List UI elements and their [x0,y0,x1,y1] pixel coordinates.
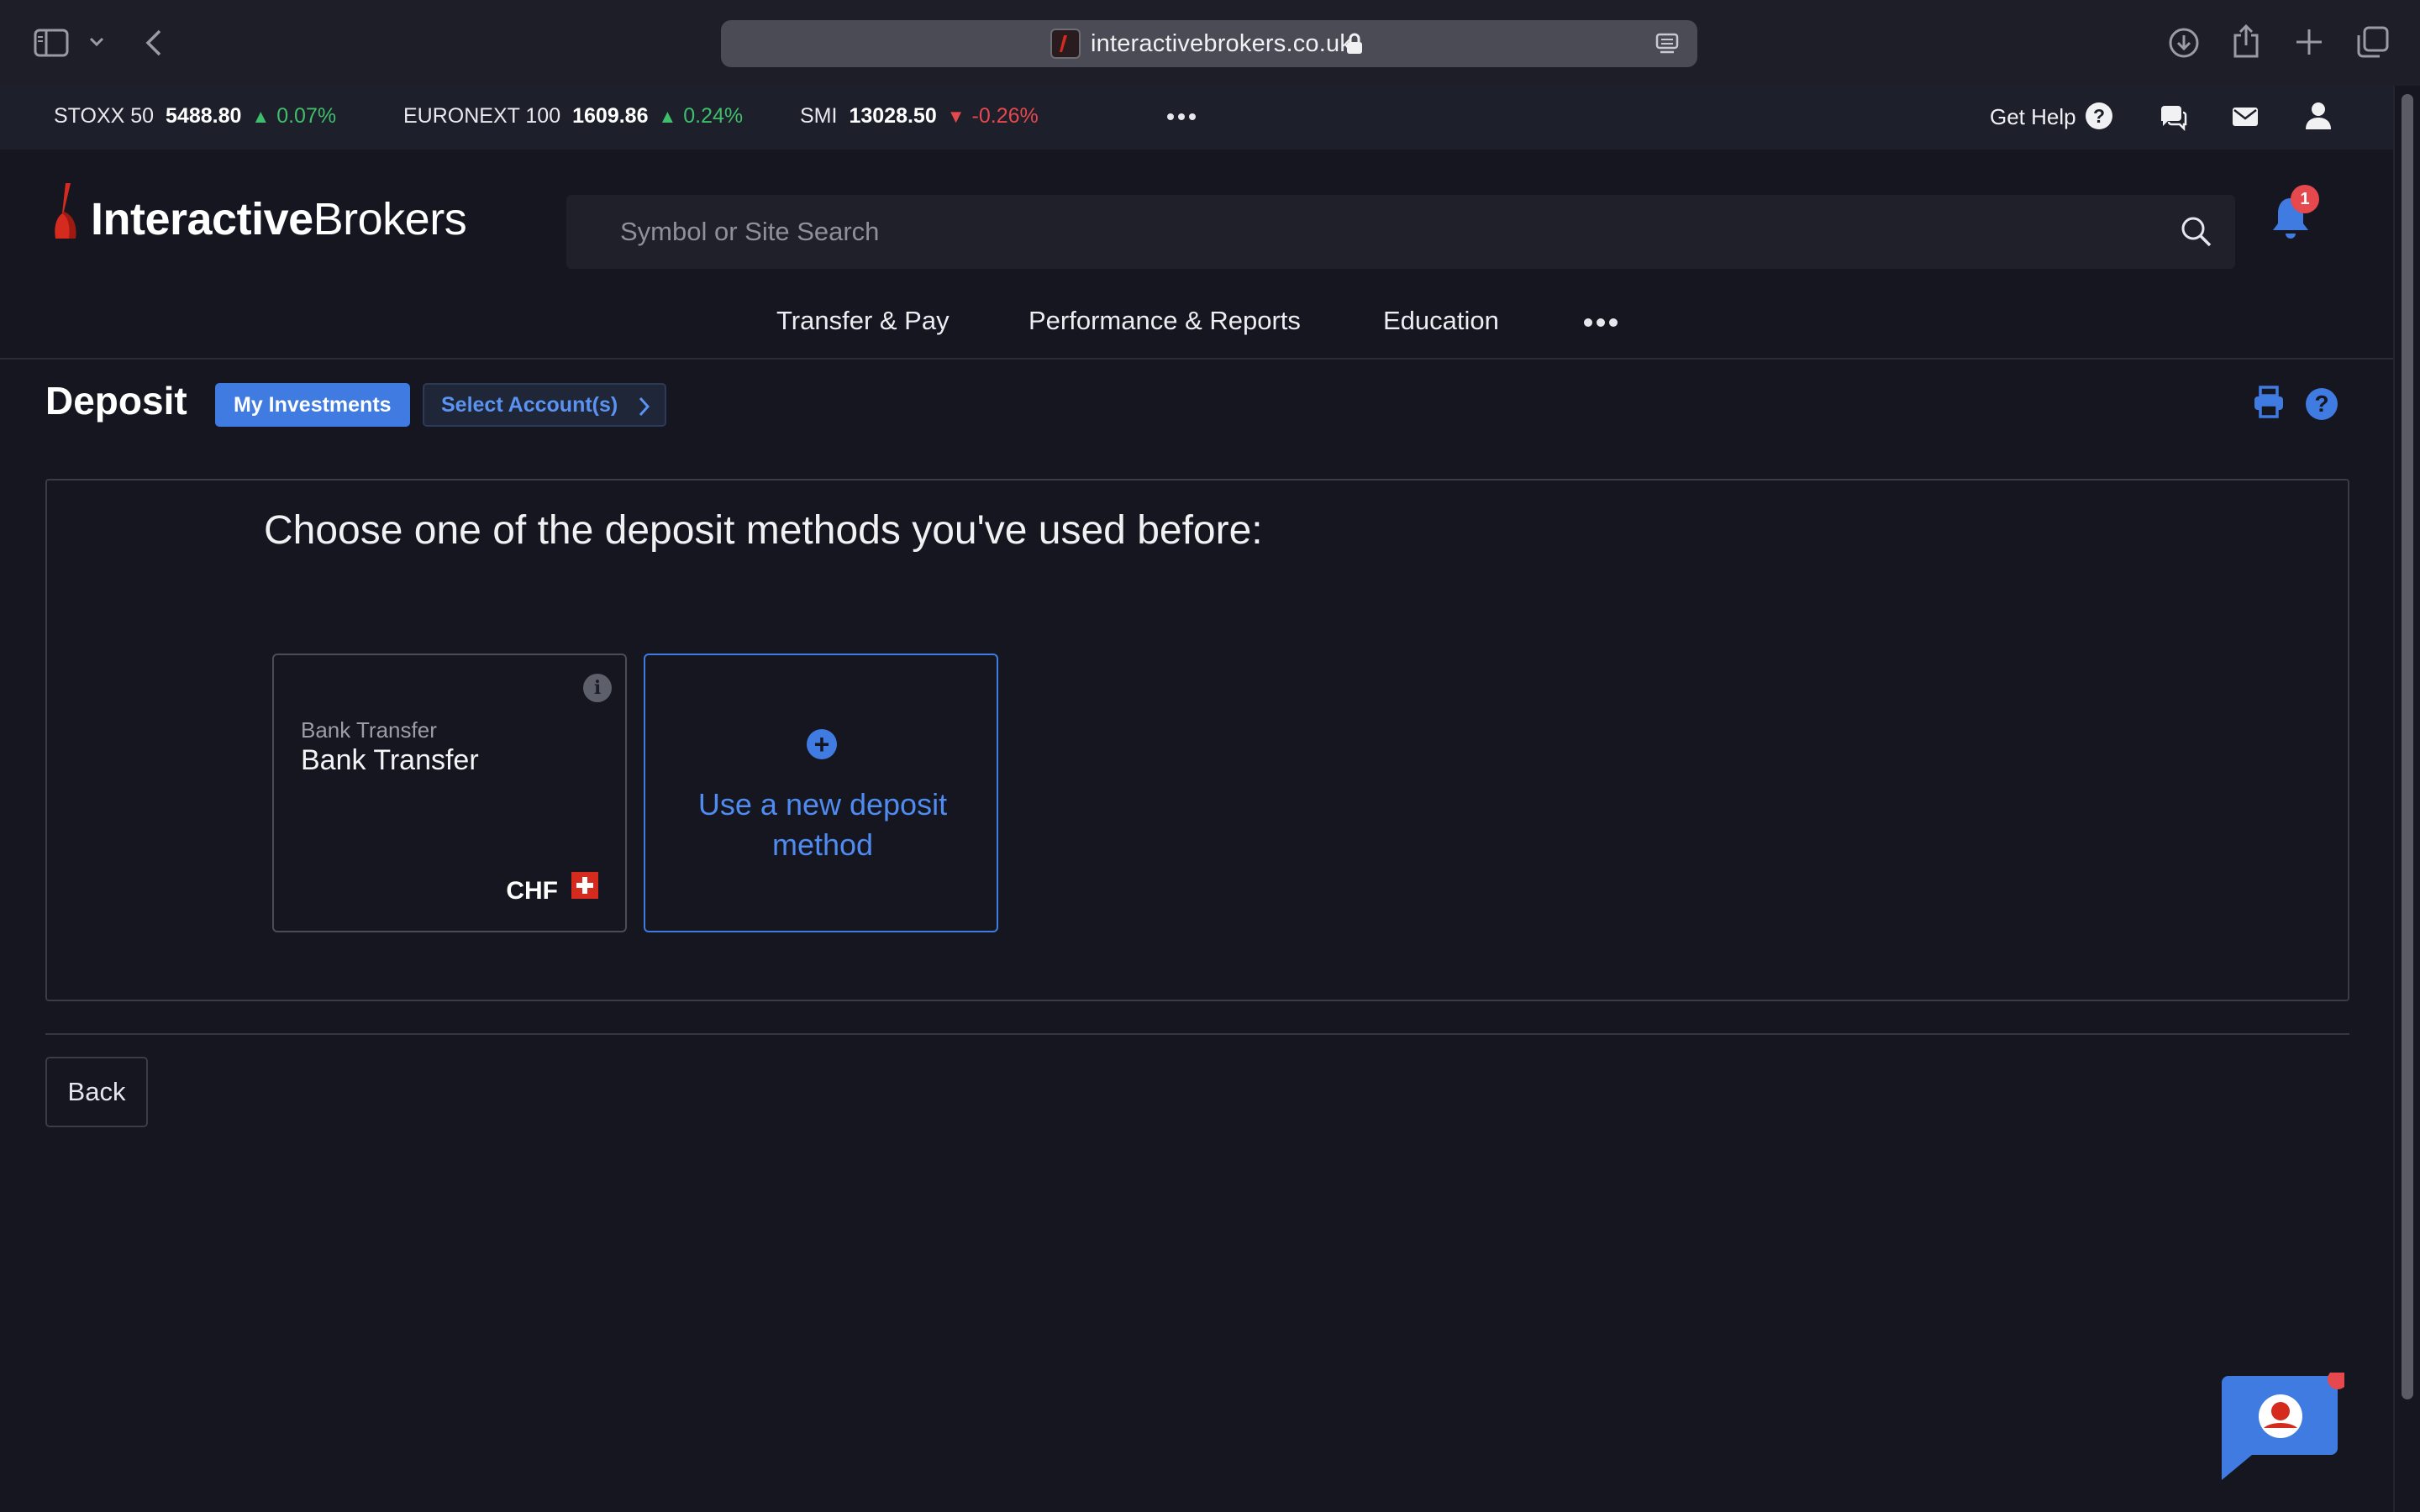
new-deposit-method-card[interactable]: + Use a new deposit method [644,654,998,932]
ib-logo-icon [55,183,76,239]
favicon-icon [1050,29,1081,59]
deposit-method-card[interactable]: i Bank Transfer Bank Transfer CHF [272,654,627,932]
ticker-value: 5488.80 [166,104,242,128]
url-text: interactivebrokers.co.uk [1091,30,1353,57]
search-icon[interactable] [2180,215,2213,249]
select-accounts-button[interactable]: Select Account(s) [423,383,667,427]
info-icon[interactable]: i [583,674,612,702]
logo-text: InteractiveBrokers [91,194,467,244]
page-help-icon[interactable]: ? [2306,388,2338,420]
question-icon[interactable]: ? [2086,102,2112,129]
download-icon[interactable] [2168,27,2200,59]
chat-bubbles-icon[interactable] [2158,102,2188,131]
ib-logo[interactable]: InteractiveBrokers [52,181,467,244]
more-dots-icon[interactable] [1166,113,1197,121]
chevron-right-icon [638,396,650,417]
my-investments-button[interactable]: My Investments [215,383,410,427]
browser-toolbar: interactivebrokers.co.uk [0,0,2420,86]
panel-heading: Choose one of the deposit methods you've… [264,508,1263,553]
back-arrow-icon[interactable] [145,29,163,57]
new-tab-icon[interactable] [2294,27,2324,57]
down-arrow-icon: ▼ [946,106,965,127]
logo-text-light: Brokers [313,194,467,244]
ticker-change: -0.26% [971,104,1039,128]
card-title: Bank Transfer [301,744,479,776]
ticker-name: EURONEXT 100 [403,104,561,128]
nav-performance-reports[interactable]: Performance & Reports [1028,306,1301,336]
reader-icon[interactable] [1655,32,1679,55]
sidebar-toggle-icon[interactable] [34,29,69,57]
address-bar[interactable]: interactivebrokers.co.uk [721,20,1697,67]
site-header: InteractiveBrokers Symbol or Site Search… [0,150,2393,360]
new-method-label: Use a new deposit method [697,787,948,862]
section-divider [45,1033,2349,1035]
select-accounts-label: Select Account(s) [441,393,618,417]
plus-icon: + [807,729,837,759]
print-icon[interactable] [2252,385,2286,420]
nav-transfer-pay[interactable]: Transfer & Pay [776,306,950,336]
search-placeholder: Symbol or Site Search [620,217,880,246]
get-help-link[interactable]: Get Help [1990,104,2076,130]
swiss-flag-icon [571,872,598,899]
currency-code: CHF [506,877,558,905]
ticker-name: SMI [800,104,838,128]
chat-assistant-icon[interactable] [2218,1373,2344,1485]
ticker-name: STOXX 50 [54,104,155,128]
nav-more-icon[interactable] [1583,318,1618,328]
deposit-methods-panel: Choose one of the deposit methods you've… [45,479,2349,1001]
chevron-down-icon[interactable] [89,37,104,47]
up-arrow-icon: ▲ [251,106,271,127]
mail-icon[interactable] [2232,106,2259,128]
ticker-item[interactable]: EURONEXT 100 1609.86 ▲ 0.24% [403,104,743,129]
ticker-change: 0.07% [276,104,337,128]
ticker-item[interactable]: SMI 13028.50 ▼ -0.26% [800,104,1039,129]
share-icon[interactable] [2232,24,2260,59]
tab-overview-icon[interactable] [2356,25,2390,59]
user-icon[interactable] [2304,101,2333,131]
card-subtitle: Bank Transfer [301,717,437,743]
up-arrow-icon: ▲ [658,106,677,127]
market-ticker-bar: STOXX 50 5488.80 ▲ 0.07% EURONEXT 100 1609.8… [0,86,2393,150]
notification-badge: 1 [2291,185,2319,213]
page-title: Deposit [45,379,187,423]
ticker-change: 0.24% [683,104,744,128]
nav-education[interactable]: Education [1383,306,1499,336]
ticker-item[interactable]: STOXX 50 5488.80 ▲ 0.07% [54,104,336,129]
back-button[interactable]: Back [45,1057,148,1127]
scrollbar-thumb[interactable] [2402,94,2413,1399]
logo-text-strong: Interactive [91,194,313,244]
lock-icon [1346,32,1363,55]
search-input[interactable]: Symbol or Site Search [566,195,2235,269]
scrollbar[interactable] [2393,86,2420,1512]
ticker-value: 13028.50 [849,104,937,128]
ticker-value: 1609.86 [572,104,649,128]
